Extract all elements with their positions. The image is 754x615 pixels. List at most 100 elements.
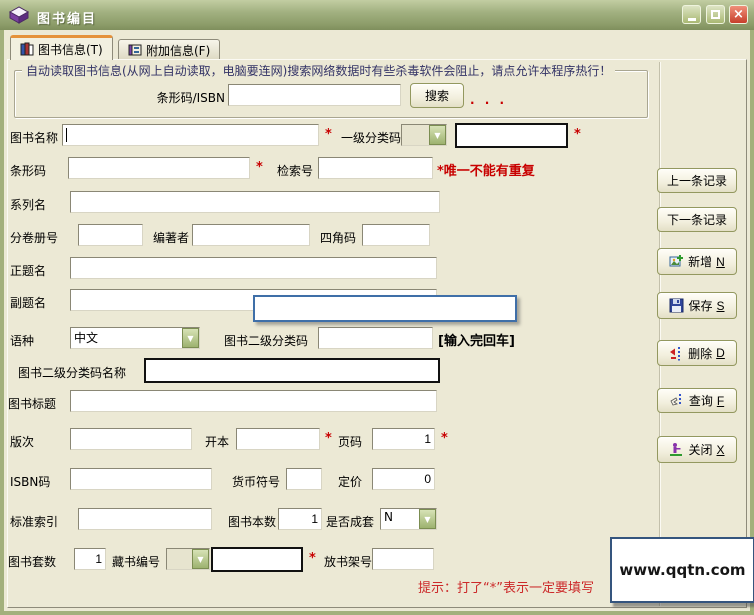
titlebar: 图书编目 × [0,0,754,30]
set-count-label: 图书套数 [8,553,56,570]
exit-icon [669,442,684,457]
delete-icon [669,346,684,361]
class1-label: 一级分类码 [341,129,401,146]
new-record-button[interactable]: 新增N [657,248,737,275]
vertical-separator [659,62,661,606]
window-title: 图书编目 [37,8,97,27]
required-fields-hint: 提示：打了“*”表示一定要填写 [418,577,594,596]
class1-combobox[interactable]: ▼ [401,124,447,146]
pages-required-marker: * [441,431,448,446]
book-name-label: 图书名称 [10,129,58,146]
price-input[interactable] [372,468,435,490]
save-button[interactable]: 保存 S [657,292,737,319]
format-required-marker: * [325,431,332,446]
watermark-text: www.qqtn.com [619,561,745,579]
book-title-label: 图书标题 [8,395,56,412]
next-record-button[interactable]: 下一条记录 [657,207,737,232]
isbn-label: ISBN码 [10,473,50,490]
corner-code-input[interactable] [362,224,430,246]
find-label: 查询 [689,392,713,409]
minimize-button[interactable] [682,5,701,24]
collection-no-input[interactable] [211,547,303,572]
text-cursor [66,128,67,142]
book-title-input[interactable] [70,390,437,412]
main-title-input[interactable] [70,257,437,279]
volume-label: 分卷册号 [10,229,58,246]
previous-record-button[interactable]: 上一条记录 [657,168,737,193]
save-label: 保存 [688,297,712,314]
book-count-input[interactable] [278,508,322,530]
class1-code-input[interactable] [455,123,568,148]
books-icon [20,42,34,56]
class2-input[interactable] [318,327,433,349]
enter-hint: [输入完回车] [438,330,515,349]
is-set-combobox[interactable]: N ▼ [380,508,437,530]
delete-label: 删除 [688,345,712,362]
app-book-icon [8,4,30,26]
author-label: 编著者 [153,229,189,246]
close-window-label: 关闭 [688,441,712,458]
maximize-button[interactable] [706,5,725,24]
save-icon [669,298,684,313]
save-hotkey: S [717,299,725,313]
shelf-no-input[interactable] [372,548,434,570]
find-button[interactable]: 查询 F [657,388,737,413]
search-button[interactable]: 搜索 [410,83,464,108]
maximize-icon [711,10,720,19]
edition-input[interactable] [70,428,192,450]
class1-required-marker: * [574,127,581,142]
series-input[interactable] [70,191,440,213]
close-window-hotkey: X [717,443,725,457]
tab-extra-info[interactable]: 附加信息(F) [118,39,220,60]
book-catalog-window: 图书编目 × 图书信息(T) 附加信息(F) 自动读取图书信息(从网上自动读取，… [0,0,754,615]
book-count-label: 图书本数 [228,513,276,530]
pages-label: 页码 [338,433,362,450]
barcode-required-marker: * [256,160,263,175]
chevron-down-icon[interactable]: ▼ [429,125,446,145]
delete-button[interactable]: 删除D [657,340,737,366]
index-no-label: 检索号 [277,162,313,179]
find-hotkey: F [717,394,724,408]
next-record-label: 下一条记录 [667,211,727,228]
collection-no-label: 藏书编号 [112,553,160,570]
search-button-label: 搜索 [425,87,449,104]
barcode-input[interactable] [68,157,250,179]
main-title-label: 正题名 [10,262,46,279]
red-dots: . . . [470,93,507,107]
std-index-label: 标准索引 [10,513,58,530]
class2-label: 图书二级分类码 [224,332,308,349]
pages-input[interactable] [372,428,435,450]
auto-fetch-caption: 自动读取图书信息(从网上自动读取，电脑要连网)搜索网络数据时有些杀毒软件会阻止，… [22,62,615,79]
currency-input[interactable] [286,468,322,490]
tab-book-info[interactable]: 图书信息(T) [10,35,113,60]
volume-input[interactable] [78,224,143,246]
corner-code-label: 四角码 [320,229,356,246]
close-button[interactable]: × [729,5,748,24]
class2-name-input[interactable] [144,358,440,383]
language-combobox[interactable]: 中文 ▼ [70,327,200,349]
barcode-isbn-input[interactable] [228,84,401,106]
close-icon: × [733,8,744,21]
chevron-down-icon[interactable]: ▼ [419,509,436,529]
close-window-button[interactable]: 关闭 X [657,436,737,463]
chevron-down-icon[interactable]: ▼ [192,549,209,569]
edition-label: 版次 [10,433,34,450]
collection-no-combo-value [167,549,192,569]
set-count-input[interactable] [74,548,106,570]
index-no-input[interactable] [318,157,433,179]
language-combo-value: 中文 [71,328,182,348]
std-index-input[interactable] [78,508,212,530]
book-name-input[interactable] [62,124,319,146]
tab-extra-info-label: 附加信息(F) [146,42,210,59]
author-input[interactable] [192,224,310,246]
new-record-hotkey: N [716,255,725,269]
subtitle-label: 副题名 [10,294,46,311]
isbn-input[interactable] [70,468,212,490]
chevron-down-icon[interactable]: ▼ [182,328,199,348]
previous-record-label: 上一条记录 [667,172,727,189]
format-input[interactable] [236,428,320,450]
unique-warning: *唯一不能有重复 [437,160,535,179]
collection-no-combobox[interactable]: ▼ [166,548,210,570]
new-icon [669,254,684,269]
shelf-no-label: 放书架号 [324,553,372,570]
